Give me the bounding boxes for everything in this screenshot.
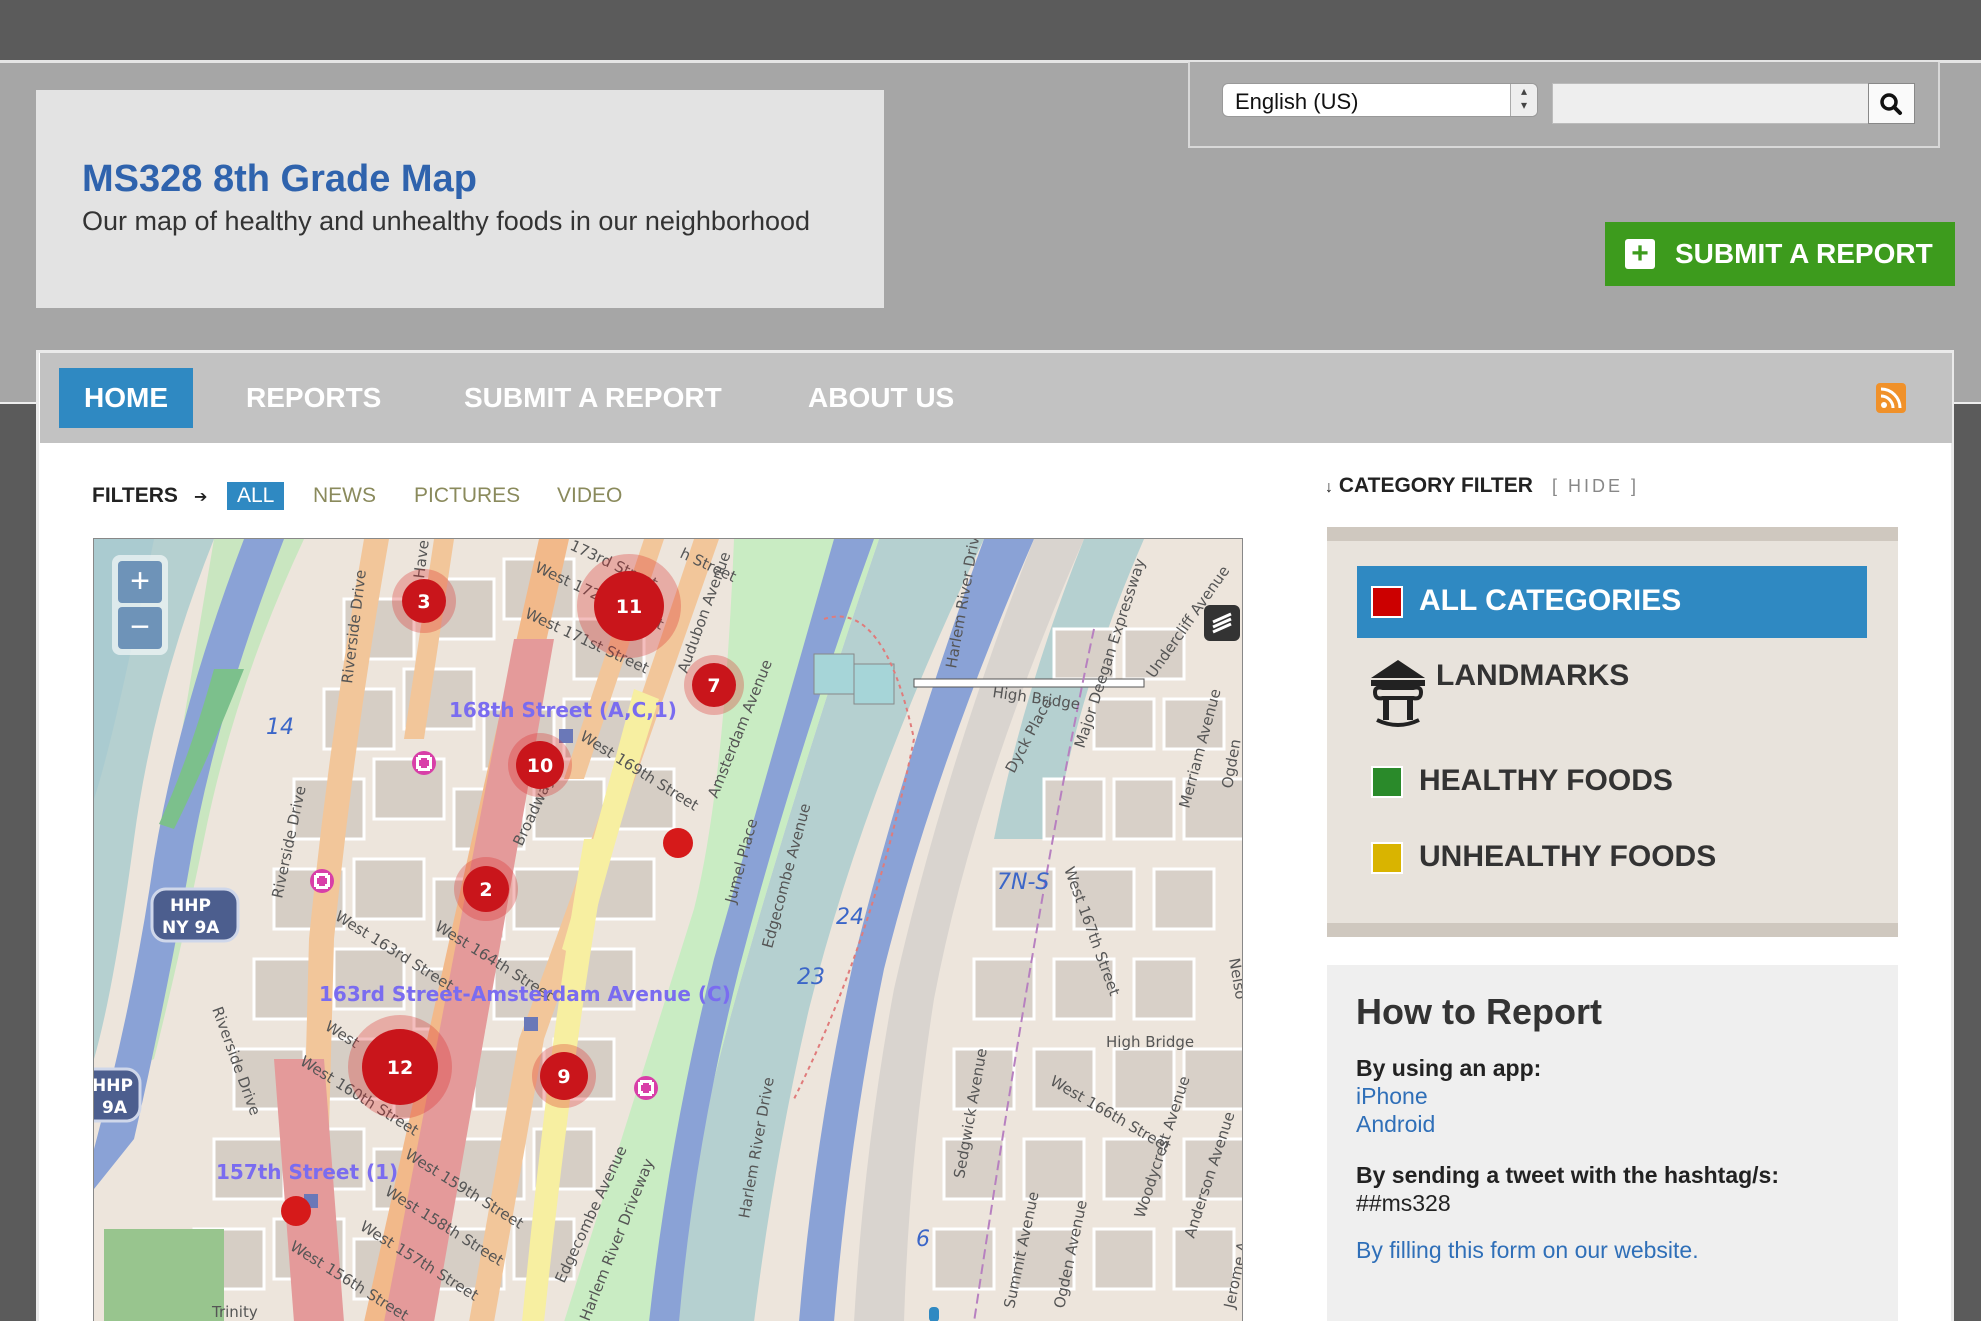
category-unhealthy-foods-label: UNHEALTHY FOODS [1419,840,1717,873]
map-cluster-marker[interactable]: 7 [707,675,720,697]
android-link[interactable]: Android [1356,1111,1435,1138]
category-landmarks-label: LANDMARKS [1436,659,1630,692]
map-label-hhp-shield: HHP [170,896,211,916]
map-cluster-marker[interactable]: 2 [479,879,492,901]
map-marker[interactable] [663,828,693,858]
category-landmarks[interactable]: LANDMARKS [1357,655,1867,735]
map-label-station-157: 157th Street (1) [216,1160,398,1184]
divider-left [0,402,38,404]
zoom-out-button[interactable]: − [118,607,162,649]
category-all-label: ALL CATEGORIES [1419,584,1682,617]
map-label-station-163: 163rd Street-Amsterdam Avenue (C) [319,982,731,1006]
how-to-report-panel: How to Report By using an app: iPhone An… [1327,965,1898,1321]
map-tiles: Riverside Drive Riverside Drive Riversid… [94,539,1243,1321]
map-label-station-168: 168th Street (A,C,1) [449,698,677,722]
category-filter-title: CATEGORY FILTER [1338,474,1533,497]
nav-reports[interactable]: REPORTS [246,368,381,428]
how-to-report-title: How to Report [1356,991,1602,1032]
nav-about-us[interactable]: ABOUT US [808,368,954,428]
category-swatch-unhealthy [1371,842,1403,874]
map-label-route-23: 23 [797,965,825,990]
hashtag-text: ##ms328 [1356,1190,1451,1216]
map-label-route-24: 24 [836,905,864,930]
app-heading: By using an app: [1356,1055,1542,1081]
reports-map[interactable]: Riverside Drive Riverside Drive Riversid… [93,538,1243,1321]
category-healthy-foods-label: HEALTHY FOODS [1419,764,1673,797]
category-filter-heading: ↓ CATEGORY FILTER [1325,474,1533,498]
web-form-link[interactable]: By filling this form on our website. [1356,1237,1699,1264]
category-unhealthy-foods[interactable]: UNHEALTHY FOODS [1357,836,1867,880]
nav-home[interactable]: HOME [59,368,193,428]
map-label-ny9a-shield-2: 9A [102,1098,128,1118]
language-select[interactable]: English (US) ▴ ▾ [1222,83,1538,117]
filter-pictures[interactable]: PICTURES [414,484,520,508]
filter-news[interactable]: NEWS [313,484,376,508]
map-label-hhp-shield-2: HHP [94,1076,133,1096]
submit-report-label: SUBMIT A REPORT [1675,238,1933,269]
landmark-icon [1371,660,1425,727]
map-label-trinity: Trinity [211,1303,258,1321]
site-title[interactable]: MS328 8th Grade Map [82,158,477,201]
category-healthy-foods[interactable]: HEALTHY FOODS [1357,760,1867,804]
map-cluster-marker[interactable]: 12 [387,1057,413,1079]
filter-video[interactable]: VIDEO [557,484,622,508]
search-icon [1880,93,1902,115]
filters-label: FILTERS [92,484,178,507]
filters-arrow-icon: ➔ [194,489,208,506]
layers-button[interactable] [1204,605,1240,641]
select-arrows-icon: ▴ ▾ [1510,84,1537,116]
iphone-link[interactable]: iPhone [1356,1083,1428,1110]
zoom-control: + − [112,555,168,655]
category-swatch-all [1371,586,1403,618]
map-cluster-marker[interactable]: 9 [557,1066,570,1088]
search-input[interactable] [1552,83,1870,124]
submit-report-button[interactable]: + SUBMIT A REPORT [1605,222,1955,286]
map-label-nelson: Nelso [1225,957,1243,1001]
map-label-ny9a-shield: NY 9A [162,918,220,938]
site-subtitle: Our map of healthy and unhealthy foods i… [82,206,811,236]
map-cluster-marker[interactable]: 10 [527,755,553,777]
search-button[interactable] [1868,83,1915,124]
language-selected-value: English (US) [1235,89,1359,114]
map-label-route-6: 6 [916,1227,930,1252]
map-cluster-marker[interactable]: 3 [417,591,430,613]
category-all[interactable]: ALL CATEGORIES [1357,566,1867,638]
browser-top-bar [0,0,1981,60]
filter-all[interactable]: ALL [227,482,285,510]
nav-submit-report[interactable]: SUBMIT A REPORT [464,368,722,428]
map-cluster-marker[interactable]: 11 [616,596,642,618]
map-label-route-14: 14 [266,715,294,740]
zoom-in-button[interactable]: + [118,561,162,603]
map-label-high-bridge-2: High Bridge [1106,1033,1194,1051]
category-filter-hide-toggle[interactable]: [ HIDE ] [1552,476,1639,497]
map-marker[interactable] [281,1196,311,1226]
divider-right [1953,402,1981,404]
rss-feed-button[interactable] [1876,383,1906,413]
plus-icon: + [1625,239,1655,269]
collapse-arrow-icon: ↓ [1325,479,1333,496]
map-label-route-7ns: 7N-S [997,870,1049,895]
category-swatch-healthy [1371,766,1403,798]
rss-icon [1880,387,1902,409]
tweet-heading: By sending a tweet with the hashtag/s: [1356,1162,1780,1188]
layers-icon [1212,612,1232,634]
